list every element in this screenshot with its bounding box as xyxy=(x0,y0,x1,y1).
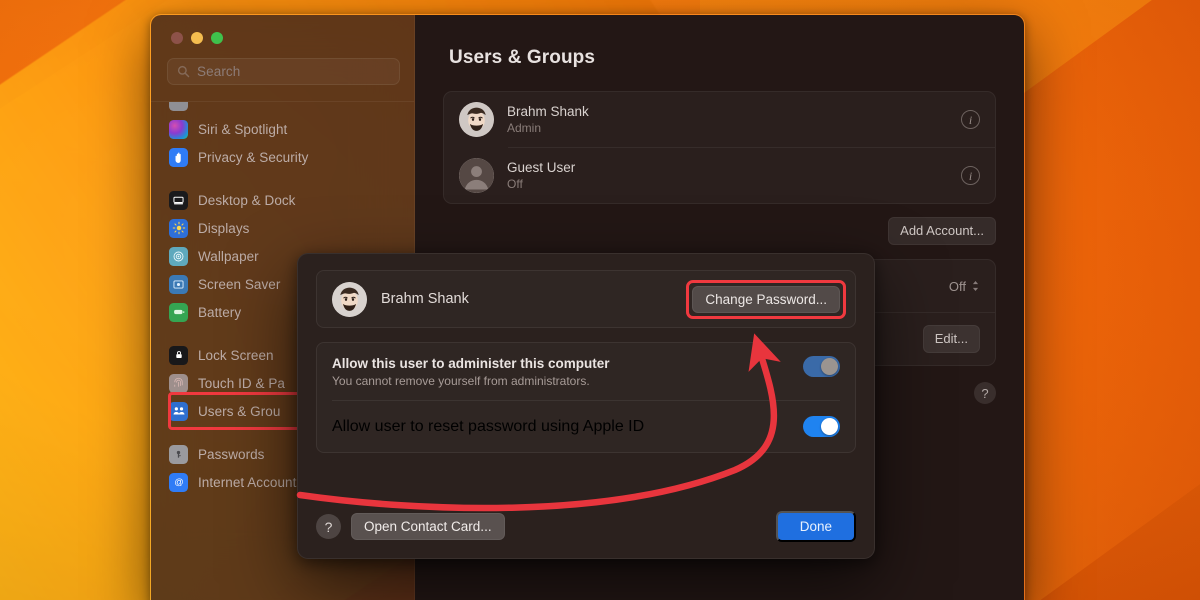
dialog-footer: ? Open Contact Card... Done xyxy=(316,511,856,542)
internet-accounts-icon: @ xyxy=(169,472,188,492)
lock-screen-icon xyxy=(169,345,188,365)
change-password-button[interactable]: Change Password... xyxy=(692,285,840,313)
sidebar-item-label: Internet Accounts xyxy=(198,474,304,490)
page-title: Users & Groups xyxy=(449,47,596,68)
user-name: Guest User xyxy=(507,160,576,175)
administer-toggle[interactable] xyxy=(803,356,840,377)
avatar xyxy=(459,158,494,193)
toggle-knob xyxy=(821,418,838,435)
minimize-button[interactable] xyxy=(191,32,203,44)
search-icon xyxy=(177,65,190,78)
user-role: Off xyxy=(507,177,523,191)
dialog-options-card: Allow this user to administer this compu… xyxy=(316,342,856,453)
user-info: Guest User Off xyxy=(507,160,575,191)
add-account-button[interactable]: Add Account... xyxy=(888,217,996,246)
dialog-user-name: Brahm Shank xyxy=(381,291,469,307)
sidebar-item-label: Privacy & Security xyxy=(198,149,309,165)
privacy-hand-icon xyxy=(169,147,188,167)
user-name: Brahm Shank xyxy=(507,104,589,119)
users-list-card: Brahm Shank Admin i Guest User Off i xyxy=(443,91,996,204)
popup-value: Off xyxy=(948,278,966,294)
reset-password-toggle[interactable] xyxy=(803,416,840,437)
users-groups-icon xyxy=(169,401,188,421)
user-role: Admin xyxy=(507,121,542,135)
sidebar-item-privacy-security[interactable]: Privacy & Security xyxy=(161,143,404,171)
search-container: Search xyxy=(151,44,414,95)
battery-icon xyxy=(169,302,188,322)
user-details-dialog: Brahm Shank Change Password... Allow thi… xyxy=(297,253,875,559)
edit-button[interactable]: Edit... xyxy=(922,325,980,354)
desktop-dock-icon xyxy=(169,190,188,210)
info-icon[interactable]: i xyxy=(961,166,980,185)
change-password-wrapper: Change Password... xyxy=(686,279,846,319)
option-title: Allow user to reset password using Apple… xyxy=(332,417,645,435)
desktop-wallpaper: Search Siri & Spotlight Privacy & Securi… xyxy=(0,0,1200,600)
sidebar-item-label: Desktop & Dock xyxy=(198,192,296,208)
table-row[interactable]: Brahm Shank Admin i xyxy=(444,92,995,147)
info-icon[interactable]: i xyxy=(961,110,980,129)
touch-id-icon xyxy=(169,373,188,393)
option-subtitle: You cannot remove yourself from administ… xyxy=(332,374,590,388)
sidebar-item-label: Passwords xyxy=(198,446,265,462)
close-button[interactable] xyxy=(171,32,183,44)
help-button[interactable]: ? xyxy=(316,514,341,539)
sidebar-item-desktop-dock[interactable]: Desktop & Dock xyxy=(161,186,404,214)
avatar[interactable] xyxy=(332,281,367,317)
option-title: Allow this user to administer this compu… xyxy=(332,356,610,371)
sidebar-item-label: Lock Screen xyxy=(198,347,274,363)
sidebar-group: Siri & Spotlight Privacy & Security xyxy=(151,112,414,171)
sidebar-item-label: Touch ID & Pa xyxy=(198,375,285,391)
sidebar-item-label: Wallpaper xyxy=(198,248,259,264)
window-controls[interactable] xyxy=(151,15,414,44)
partial-icon xyxy=(169,102,188,111)
avatar xyxy=(459,102,494,137)
sidebar-item-label: Battery xyxy=(198,304,242,320)
user-info: Brahm Shank Admin xyxy=(507,104,589,135)
siri-icon xyxy=(169,119,188,139)
svg-text:@: @ xyxy=(174,477,183,487)
sidebar-item-siri-spotlight[interactable]: Siri & Spotlight xyxy=(161,115,404,143)
chevron-updown-icon xyxy=(971,280,980,292)
search-input[interactable]: Search xyxy=(167,58,400,85)
zoom-button[interactable] xyxy=(211,32,223,44)
sidebar-item-partial-above[interactable] xyxy=(161,102,404,112)
passwords-key-icon xyxy=(169,444,188,464)
toggle-knob xyxy=(821,358,838,375)
dialog-user-card: Brahm Shank Change Password... xyxy=(316,270,856,328)
done-button[interactable]: Done xyxy=(775,511,856,542)
option-reset-password-apple-id[interactable]: Allow user to reset password using Apple… xyxy=(317,401,855,452)
dialog-user-row: Brahm Shank Change Password... xyxy=(317,271,855,327)
open-contact-card-button[interactable]: Open Contact Card... xyxy=(351,513,505,540)
displays-icon xyxy=(169,218,188,238)
sidebar-item-label: Screen Saver xyxy=(198,276,281,292)
automatic-login-popup[interactable]: Off xyxy=(949,279,980,294)
table-row[interactable]: Guest User Off i xyxy=(444,148,995,203)
help-button[interactable]: ? xyxy=(974,382,996,405)
sidebar-item-label: Users & Grou xyxy=(198,403,281,419)
screen-saver-icon xyxy=(169,274,188,294)
option-administer-computer[interactable]: Allow this user to administer this compu… xyxy=(317,343,855,400)
sidebar-item-label: Displays xyxy=(198,220,250,236)
sidebar-item-label: Siri & Spotlight xyxy=(198,121,288,137)
sidebar-item-displays[interactable]: Displays xyxy=(161,214,404,242)
add-account-row: Add Account... xyxy=(443,217,996,246)
search-placeholder: Search xyxy=(197,64,241,79)
wallpaper-icon xyxy=(169,246,188,266)
